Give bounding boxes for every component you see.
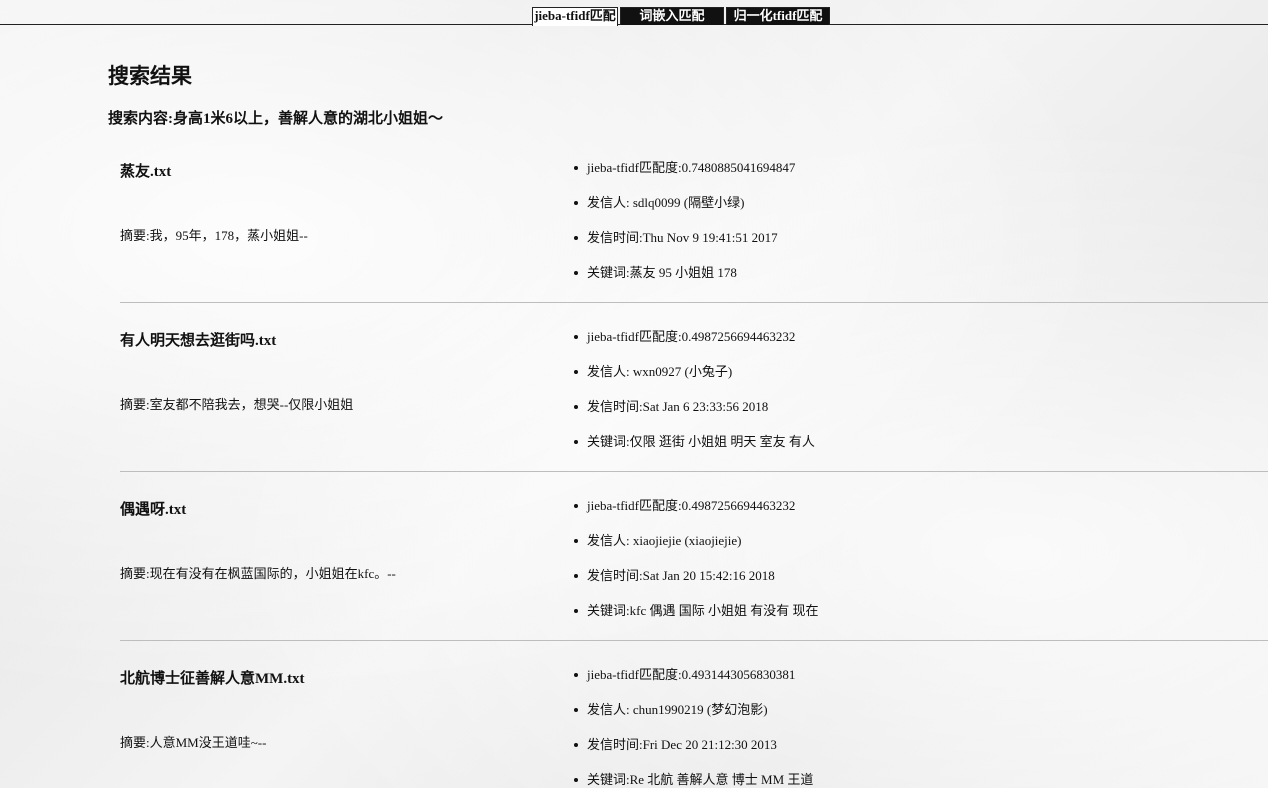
result-title[interactable]: 蒸友.txt <box>120 160 171 181</box>
match-score: jieba-tfidf匹配度:0.4931443056830381 <box>572 665 813 700</box>
result-meta-list: jieba-tfidf匹配度:0.4931443056830381 发信人: c… <box>572 665 813 788</box>
result-item: 北航博士征善解人意MM.txt 摘要:人意MM没王道哇~-- jieba-tfi… <box>120 657 1268 788</box>
keywords: 关键词:仅限 逛街 小姐姐 明天 室友 有人 <box>572 432 815 467</box>
match-score: jieba-tfidf匹配度:0.4987256694463232 <box>572 327 815 362</box>
sender: 发信人: chun1990219 (梦幻泡影) <box>572 700 813 735</box>
result-summary: 摘要:我，95年，178，蒸小姐姐-- <box>120 228 308 243</box>
keywords: 关键词:kfc 偶遇 国际 小姐姐 有没有 现在 <box>572 601 818 636</box>
tab-normalized-tfidf[interactable]: 归一化tfidf匹配 <box>726 7 830 25</box>
send-time: 发信时间:Fri Dec 20 21:12:30 2013 <box>572 735 813 770</box>
result-meta-list: jieba-tfidf匹配度:0.7480885041694847 发信人: s… <box>572 158 795 298</box>
tab-jieba-tfidf[interactable]: jieba-tfidf匹配 <box>532 7 618 26</box>
match-score: jieba-tfidf匹配度:0.4987256694463232 <box>572 496 818 531</box>
sender: 发信人: xiaojiejie (xiaojiejie) <box>572 531 818 566</box>
send-time: 发信时间:Sat Jan 6 23:33:56 2018 <box>572 397 815 432</box>
result-summary: 摘要:人意MM没王道哇~-- <box>120 735 267 750</box>
result-meta-list: jieba-tfidf匹配度:0.4987256694463232 发信人: w… <box>572 327 815 467</box>
result-title[interactable]: 有人明天想去逛街吗.txt <box>120 329 276 350</box>
result-item: 蒸友.txt 摘要:我，95年，178，蒸小姐姐-- jieba-tfidf匹配… <box>120 150 1268 303</box>
sender: 发信人: sdlq0099 (隔壁小绿) <box>572 193 795 228</box>
keywords: 关键词:蒸友 95 小姐姐 178 <box>572 263 795 298</box>
keywords: 关键词:Re 北航 善解人意 博士 MM 王道 <box>572 770 813 788</box>
page-title: 搜索结果 <box>108 64 192 88</box>
result-summary: 摘要:室友都不陪我去，想哭--仅限小姐姐 <box>120 397 354 412</box>
match-score: jieba-tfidf匹配度:0.7480885041694847 <box>572 158 795 193</box>
result-meta-list: jieba-tfidf匹配度:0.4987256694463232 发信人: x… <box>572 496 818 636</box>
result-item: 有人明天想去逛街吗.txt 摘要:室友都不陪我去，想哭--仅限小姐姐 jieba… <box>120 319 1268 472</box>
send-time: 发信时间:Thu Nov 9 19:41:51 2017 <box>572 228 795 263</box>
tab-word-embedding[interactable]: 词嵌入匹配 <box>620 7 724 25</box>
results-list: 蒸友.txt 摘要:我，95年，178，蒸小姐姐-- jieba-tfidf匹配… <box>120 150 1268 788</box>
sender: 发信人: wxn0927 (小兔子) <box>572 362 815 397</box>
tab-strip: jieba-tfidf匹配 词嵌入匹配 归一化tfidf匹配 <box>532 7 832 26</box>
result-title[interactable]: 北航博士征善解人意MM.txt <box>120 667 305 688</box>
send-time: 发信时间:Sat Jan 20 15:42:16 2018 <box>572 566 818 601</box>
result-title[interactable]: 偶遇呀.txt <box>120 498 186 519</box>
result-item: 偶遇呀.txt 摘要:现在有没有在枫蓝国际的，小姐姐在kfc。-- jieba-… <box>120 488 1268 641</box>
top-tab-bar: jieba-tfidf匹配 词嵌入匹配 归一化tfidf匹配 <box>0 0 1268 26</box>
result-summary: 摘要:现在有没有在枫蓝国际的，小姐姐在kfc。-- <box>120 566 396 581</box>
search-query: 搜索内容:身高1米6以上，善解人意的湖北小姐姐～ <box>108 111 443 127</box>
